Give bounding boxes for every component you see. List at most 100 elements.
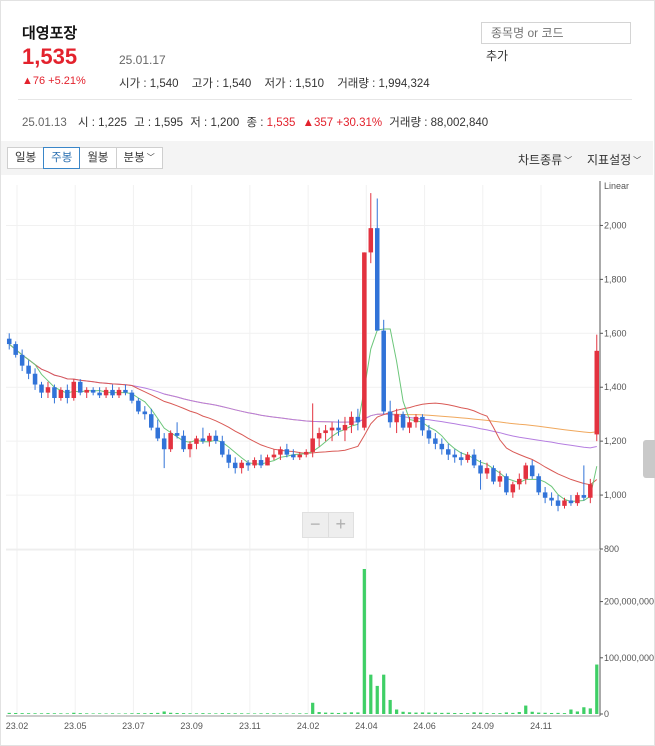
ma120-line [164, 393, 597, 434]
candle [465, 454, 470, 461]
candle [174, 433, 180, 436]
y-tick-label: 2,000 [604, 220, 627, 230]
candle [446, 449, 451, 455]
volume-bar [59, 713, 63, 714]
volume-bar [188, 713, 192, 714]
candle [136, 400, 141, 412]
candle [407, 422, 412, 428]
volume-bar [278, 713, 283, 714]
candles [6, 193, 600, 512]
scale-label: Linear [604, 181, 629, 191]
volume-bar [414, 712, 418, 714]
volume-bar [317, 712, 321, 714]
candle [194, 438, 199, 444]
x-tick-label: 24.02 [297, 721, 320, 731]
candle [232, 462, 238, 469]
candle [549, 497, 554, 501]
volume-bar [149, 712, 153, 714]
volume-bar [14, 712, 18, 714]
volume-bar [285, 713, 289, 714]
volume-bar [369, 674, 373, 714]
candle [426, 430, 432, 439]
volume-bar [524, 705, 528, 714]
x-tick-label: 23.11 [239, 721, 261, 731]
candle [252, 460, 257, 466]
volume-bar [388, 699, 392, 714]
candle [220, 441, 225, 455]
candle [491, 468, 496, 482]
tab-weekly[interactable]: 주봉 [43, 147, 81, 169]
candle [517, 478, 522, 485]
candle [213, 435, 219, 442]
volume-tick-label: 100,000,000 [604, 653, 654, 663]
volume-bar [143, 713, 147, 714]
volume-bar [498, 713, 502, 714]
candle [284, 449, 290, 455]
candle [123, 389, 128, 393]
volume-bar [52, 713, 57, 714]
candle [149, 414, 154, 428]
volume-bar [194, 713, 199, 714]
candle [381, 330, 386, 412]
zoom-in-button[interactable]: + [327, 513, 354, 537]
y-tick-label: 1,200 [604, 436, 627, 446]
candle [278, 449, 283, 455]
volume-bar [7, 712, 11, 714]
volume-bar [478, 712, 483, 714]
x-tick-label: 24.09 [472, 721, 495, 731]
volume-bar [466, 713, 470, 714]
candle [452, 454, 457, 458]
volume-bar [511, 712, 515, 714]
volume-bar [78, 713, 82, 714]
volume-bar [395, 709, 399, 714]
ma5-line [8, 328, 598, 503]
candle [161, 438, 167, 450]
candle [342, 424, 348, 431]
candle [258, 460, 264, 466]
side-panel-handle[interactable] [643, 440, 655, 478]
volume-bar [26, 713, 31, 714]
volume-bar [156, 712, 160, 714]
candle [594, 350, 600, 435]
volume-bar [407, 712, 412, 714]
volume-bar [382, 674, 386, 714]
candle [529, 465, 535, 477]
candle [471, 454, 477, 466]
candle [58, 389, 64, 399]
candle [65, 389, 70, 399]
candle [90, 389, 96, 393]
candlestick-chart[interactable]: Linear 800 1,000 1,200 1,400 1,600 1,800 2,000 0… [0, 0, 655, 746]
volume-bar [117, 713, 121, 714]
volume-bar [588, 708, 592, 714]
candle [181, 435, 186, 450]
volume-bar [265, 713, 270, 714]
candle [265, 457, 270, 466]
volume-bar [517, 712, 521, 714]
candle [271, 454, 277, 458]
volume-bar [595, 664, 599, 714]
ma60-line [8, 343, 597, 449]
volume-bar [427, 712, 431, 714]
volume-bars [7, 568, 599, 714]
y-tick-label: 1,800 [604, 274, 627, 284]
candle [394, 414, 399, 423]
candle [523, 465, 529, 479]
candle [497, 476, 503, 482]
candle [510, 484, 516, 493]
volume-bar [91, 713, 95, 714]
y-tick-label: 1,000 [604, 490, 627, 500]
volume-bar [227, 713, 231, 714]
volume-bar [504, 712, 508, 714]
x-tick-label: 23.05 [64, 721, 87, 731]
zoom-out-button[interactable]: − [303, 513, 328, 537]
candle [103, 389, 109, 396]
volume-bar [343, 712, 347, 714]
volume-bar [272, 713, 276, 714]
volume-bar [20, 713, 24, 714]
candle [97, 392, 102, 396]
volume-bar [420, 712, 425, 714]
volume-bar [440, 712, 444, 714]
candle [433, 438, 438, 444]
volume-bar [549, 712, 554, 714]
volume-bar [485, 712, 489, 714]
